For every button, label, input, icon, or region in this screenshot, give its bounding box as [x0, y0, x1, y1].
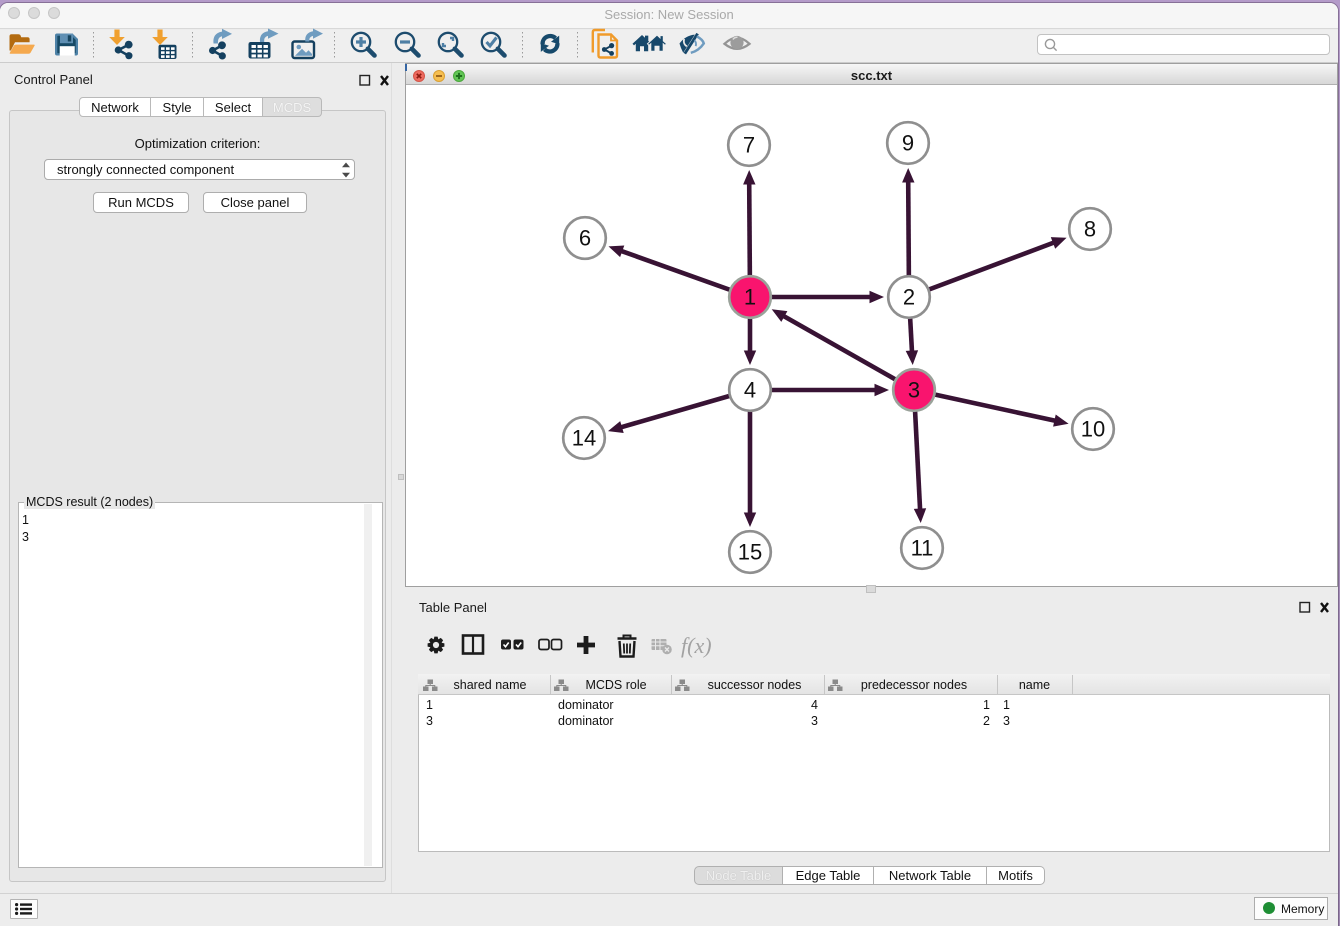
svg-text:4: 4: [744, 378, 756, 403]
svg-text:14: 14: [572, 426, 596, 451]
svg-text:f(x): f(x): [681, 633, 712, 658]
svg-text:7: 7: [743, 133, 755, 158]
svg-text:8: 8: [1084, 217, 1096, 242]
svg-text:1: 1: [744, 285, 756, 310]
svg-text:10: 10: [1081, 417, 1105, 442]
svg-text:6: 6: [579, 226, 591, 251]
svg-text:9: 9: [902, 131, 914, 156]
svg-text:11: 11: [911, 536, 934, 561]
svg-text:15: 15: [738, 540, 762, 565]
svg-text:2: 2: [903, 285, 915, 310]
svg-text:3: 3: [908, 378, 920, 403]
